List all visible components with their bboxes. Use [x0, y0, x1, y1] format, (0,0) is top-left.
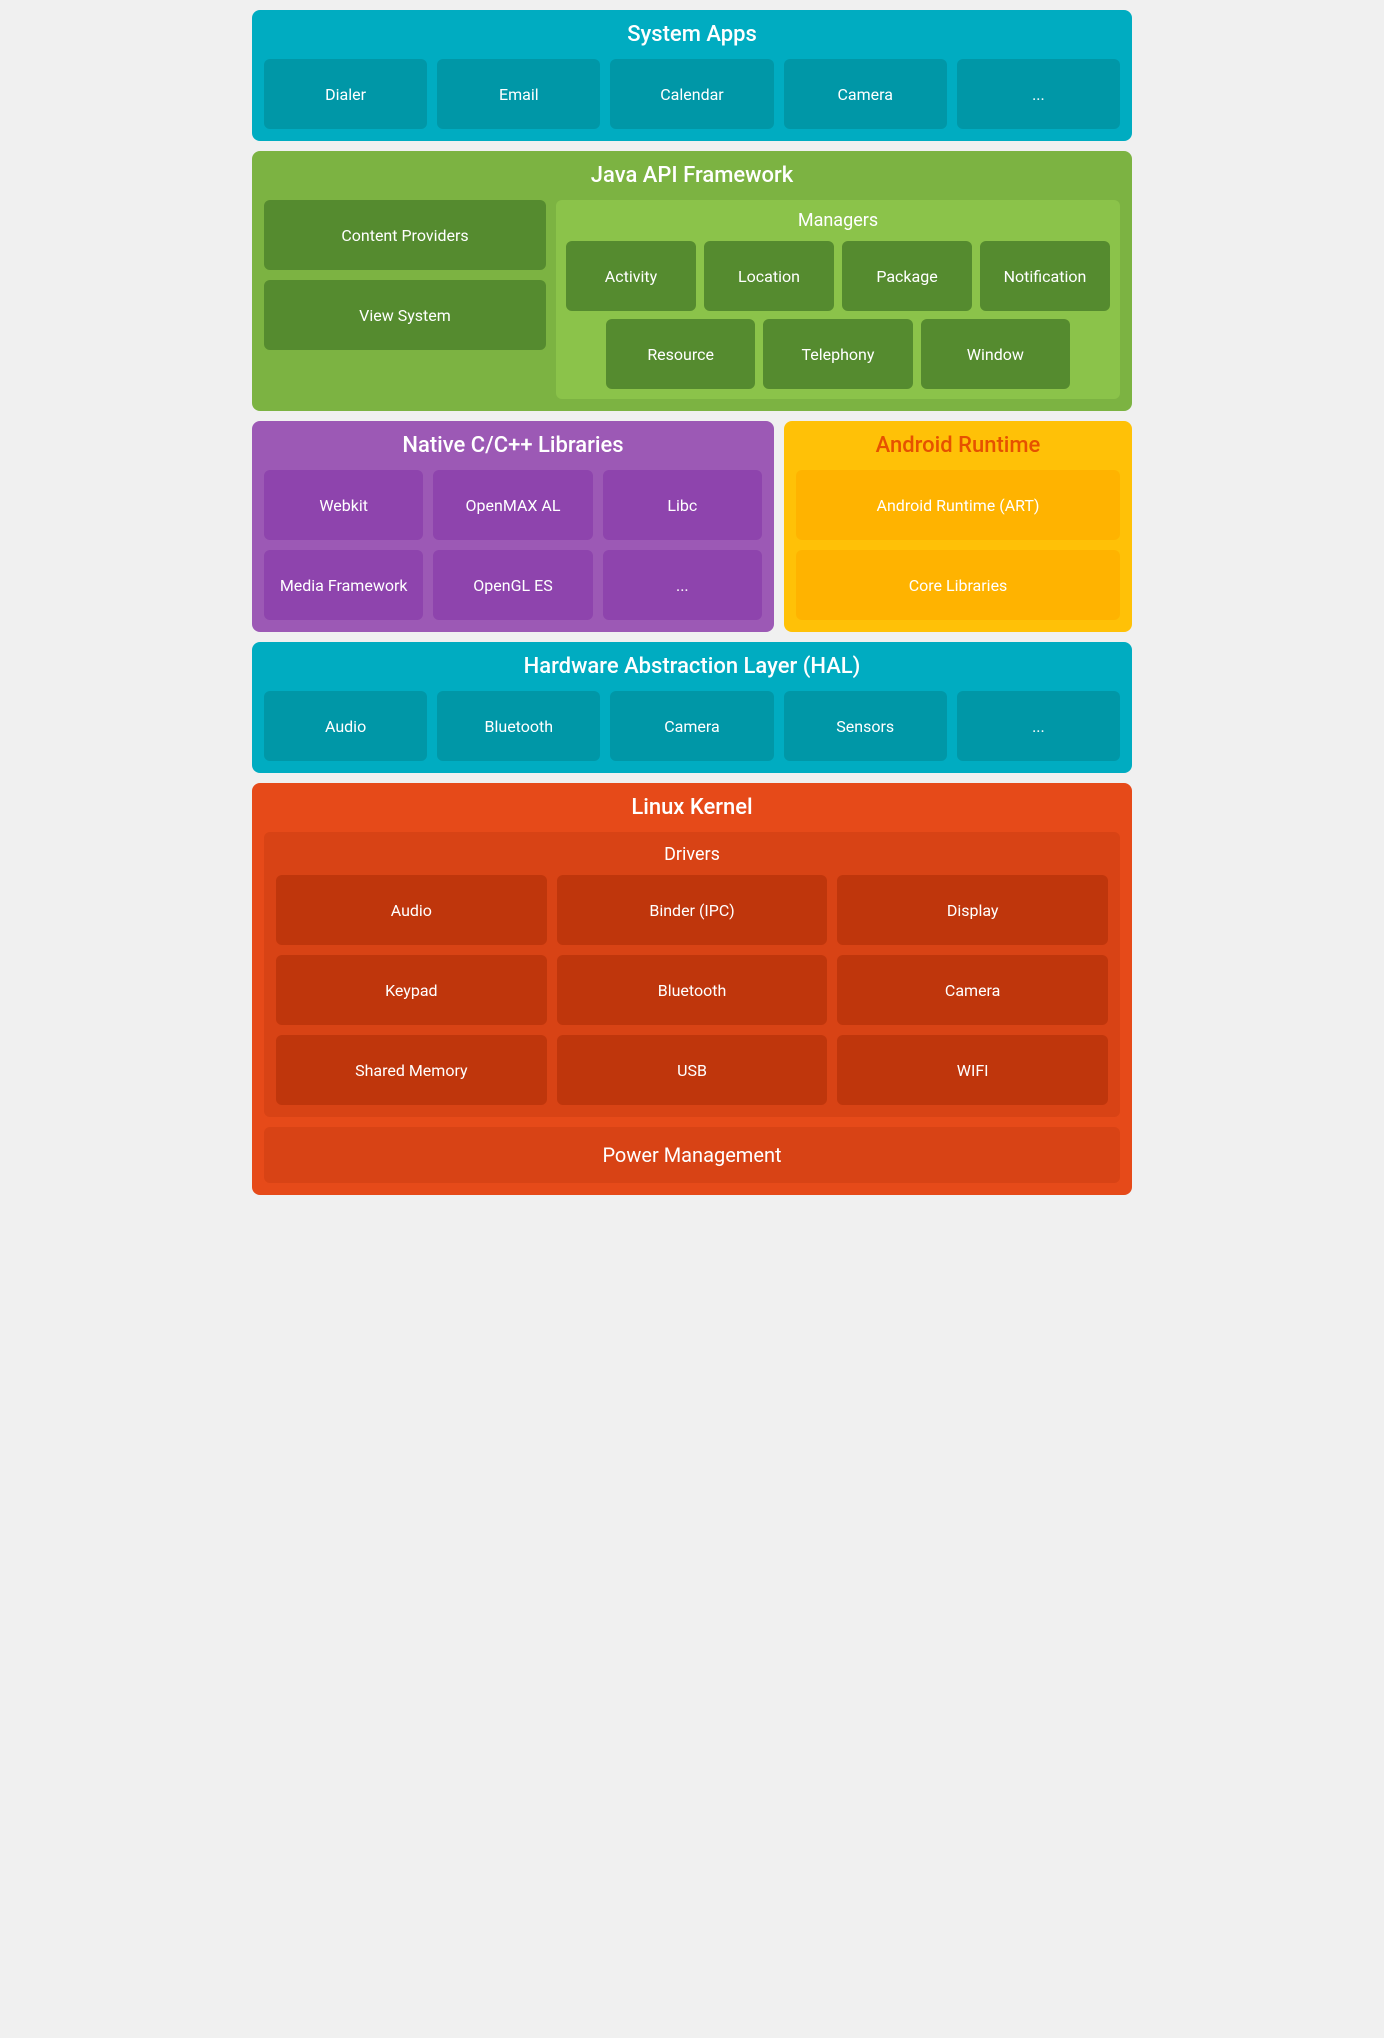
- content-providers-card: Content Providers: [264, 200, 546, 270]
- managers-title: Managers: [566, 210, 1110, 231]
- native-lib-card: OpenGL ES: [433, 550, 592, 620]
- driver-card: Bluetooth: [557, 955, 828, 1025]
- system-app-card: ...: [957, 59, 1120, 129]
- linux-kernel-layer: Linux Kernel Drivers AudioBinder (IPC)Di…: [252, 783, 1132, 1195]
- drivers-section: Drivers AudioBinder (IPC)Display KeypadBl…: [264, 832, 1120, 1117]
- android-runtime-card: Android Runtime (ART): [796, 470, 1120, 540]
- manager-card: Location: [704, 241, 834, 311]
- driver-card: Camera: [837, 955, 1108, 1025]
- driver-card: Display: [837, 875, 1108, 945]
- system-app-card: Calendar: [610, 59, 773, 129]
- manager-card: Activity: [566, 241, 696, 311]
- manager-card: Window: [921, 319, 1070, 389]
- native-lib-card: ...: [603, 550, 762, 620]
- system-app-card: Email: [437, 59, 600, 129]
- driver-card: WIFI: [837, 1035, 1108, 1105]
- hal-layer: Hardware Abstraction Layer (HAL) AudioBl…: [252, 642, 1132, 773]
- linux-kernel-title: Linux Kernel: [264, 795, 1120, 820]
- hal-card: Audio: [264, 691, 427, 761]
- native-libs-grid: WebkitOpenMAX ALLibc Media FrameworkOpenG…: [264, 470, 762, 620]
- android-runtime-card: Core Libraries: [796, 550, 1120, 620]
- hal-title: Hardware Abstraction Layer (HAL): [264, 654, 1120, 679]
- android-runtime-title: Android Runtime: [796, 433, 1120, 458]
- native-libs-title: Native C/C++ Libraries: [264, 433, 762, 458]
- driver-card: Shared Memory: [276, 1035, 547, 1105]
- native-lib-card: Media Framework: [264, 550, 423, 620]
- system-apps-layer: System Apps DialerEmailCalendarCamera...: [252, 10, 1132, 141]
- hal-card: Camera: [610, 691, 773, 761]
- managers-bottom-grid: ResourceTelephonyWindow: [566, 319, 1110, 389]
- native-lib-card: OpenMAX AL: [433, 470, 592, 540]
- system-apps-title: System Apps: [264, 22, 1120, 47]
- drivers-grid: AudioBinder (IPC)Display KeypadBluetoothC…: [276, 875, 1108, 1105]
- view-system-card: View System: [264, 280, 546, 350]
- manager-card: Telephony: [763, 319, 912, 389]
- manager-card: Resource: [606, 319, 755, 389]
- drivers-title: Drivers: [276, 844, 1108, 865]
- native-libs-layer: Native C/C++ Libraries WebkitOpenMAX ALL…: [252, 421, 774, 632]
- hal-card: Sensors: [784, 691, 947, 761]
- android-runtime-grid: Android Runtime (ART) Core Libraries: [796, 470, 1120, 620]
- native-lib-card: Libc: [603, 470, 762, 540]
- hal-grid: AudioBluetoothCameraSensors...: [264, 691, 1120, 761]
- system-app-card: Dialer: [264, 59, 427, 129]
- manager-card: Package: [842, 241, 972, 311]
- system-app-card: Camera: [784, 59, 947, 129]
- driver-card: Keypad: [276, 955, 547, 1025]
- middle-section: Native C/C++ Libraries WebkitOpenMAX ALL…: [252, 421, 1132, 632]
- power-management: Power Management: [264, 1127, 1120, 1183]
- java-api-layer: Java API Framework Content Providers Vie…: [252, 151, 1132, 411]
- manager-card: Notification: [980, 241, 1110, 311]
- java-api-left: Content Providers View System: [264, 200, 546, 399]
- driver-card: Audio: [276, 875, 547, 945]
- android-runtime-layer: Android Runtime Android Runtime (ART) Cor…: [784, 421, 1132, 632]
- java-api-title: Java API Framework: [264, 163, 1120, 188]
- driver-card: USB: [557, 1035, 828, 1105]
- system-apps-grid: DialerEmailCalendarCamera...: [264, 59, 1120, 129]
- hal-card: Bluetooth: [437, 691, 600, 761]
- java-api-inner: Content Providers View System Managers A…: [264, 200, 1120, 399]
- managers-section: Managers ActivityLocationPackageNotifica…: [556, 200, 1120, 399]
- hal-card: ...: [957, 691, 1120, 761]
- driver-card: Binder (IPC): [557, 875, 828, 945]
- managers-top-grid: ActivityLocationPackageNotification: [566, 241, 1110, 311]
- native-lib-card: Webkit: [264, 470, 423, 540]
